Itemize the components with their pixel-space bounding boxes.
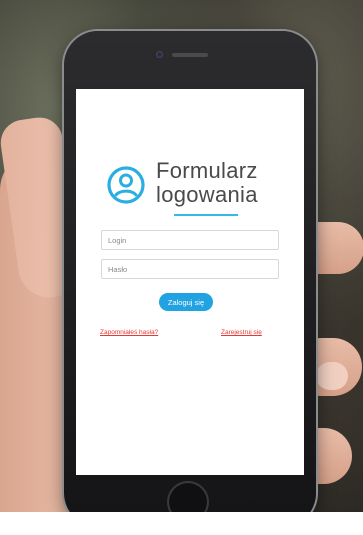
finger-nail	[316, 362, 348, 390]
user-circle-icon	[107, 166, 145, 204]
earpiece-speaker	[172, 53, 208, 57]
forgot-password-link[interactable]: Zapomniałeś hasła?	[100, 329, 158, 336]
register-link[interactable]: Zarejestruj się	[221, 329, 262, 336]
title-underline	[174, 214, 238, 216]
login-button[interactable]: Zaloguj się	[159, 293, 213, 311]
smartphone: Formularz logowania Zaloguj się Zapomnia…	[64, 31, 316, 527]
phone-screen: Formularz logowania Zaloguj się Zapomnia…	[76, 89, 304, 475]
bottom-margin	[0, 512, 363, 535]
form-title-line2: logowania	[156, 182, 258, 207]
login-input[interactable]	[101, 230, 279, 250]
form-header: Formularz logowania	[106, 159, 296, 219]
form-title: Formularz logowania	[156, 159, 316, 207]
form-title-line1: Formularz	[156, 158, 258, 183]
password-input[interactable]	[101, 259, 279, 279]
front-camera	[156, 51, 163, 58]
